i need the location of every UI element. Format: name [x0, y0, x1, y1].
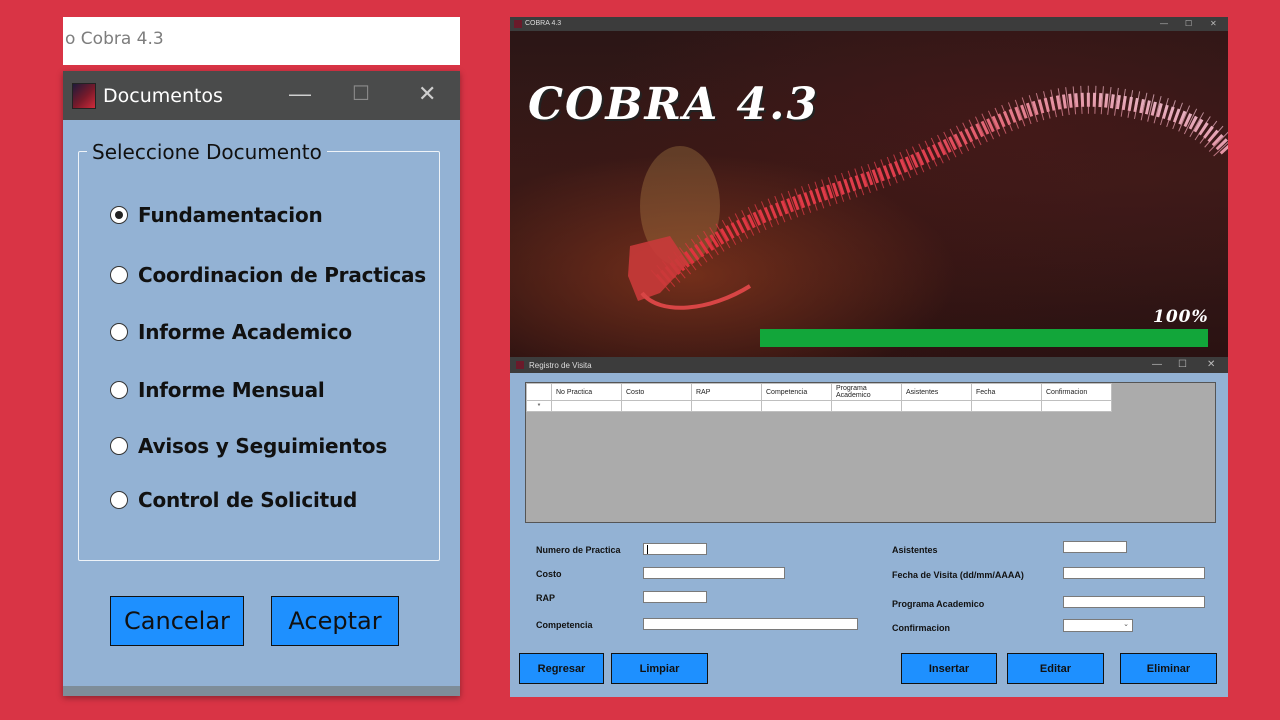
documentos-title: Documentos	[103, 85, 223, 107]
rap-label: RAP	[536, 593, 556, 603]
documentos-titlebar: Documentos — ☐ ✕	[63, 71, 460, 120]
option-label: Avisos y Seguimientos	[138, 434, 388, 458]
costo-label: Costo	[536, 569, 562, 579]
programa-academico-input[interactable]	[1063, 596, 1205, 608]
numero-practica-input[interactable]	[643, 543, 707, 555]
group-title: Seleccione Documento	[87, 140, 327, 164]
chevron-down-icon[interactable]: ⌄	[1123, 620, 1129, 628]
radio-button[interactable]	[110, 491, 128, 509]
radio-button[interactable]	[110, 381, 128, 399]
new-row-marker: *	[526, 400, 552, 412]
cobra-logo: COBRA 4.3	[528, 79, 820, 130]
column-header[interactable]: Programa Academico	[831, 383, 902, 401]
background-window-title: o Cobra 4.3	[65, 29, 164, 49]
option-informe-academico[interactable]: Informe Academico	[110, 318, 352, 346]
registro-title: Registro de Visita	[529, 361, 592, 370]
window-bottom-edge	[63, 686, 460, 696]
radio-button[interactable]	[110, 323, 128, 341]
option-label: Fundamentacion	[138, 203, 323, 227]
maximize-button[interactable]: ☐	[1185, 19, 1192, 28]
splash-image: COBRA 4.3 100%	[510, 31, 1228, 357]
editar-button[interactable]: Editar	[1007, 653, 1104, 684]
regresar-button[interactable]: Regresar	[519, 653, 604, 684]
radio-button[interactable]	[110, 206, 128, 224]
grid-cell[interactable]	[761, 400, 832, 412]
close-button[interactable]: ✕	[418, 79, 436, 109]
column-header[interactable]: No Practica	[551, 383, 622, 401]
grid-cell[interactable]	[971, 400, 1042, 412]
close-button[interactable]: ✕	[1207, 359, 1215, 370]
grid-cell[interactable]	[621, 400, 692, 412]
minimize-button[interactable]: —	[289, 79, 311, 109]
option-informe-mensual[interactable]: Informe Mensual	[110, 376, 325, 404]
documentos-dialog: Documentos — ☐ ✕ Seleccione Documento Fu…	[63, 71, 460, 696]
progress-bar	[760, 329, 1208, 347]
document-groupbox: Seleccione Documento Fundamentacion Coor…	[78, 140, 440, 561]
close-button[interactable]: ✕	[1210, 19, 1217, 28]
programa-academico-label: Programa Academico	[892, 599, 985, 609]
column-header[interactable]: Competencia	[761, 383, 832, 401]
cobra-app-icon	[72, 83, 96, 109]
minimize-button[interactable]: —	[1160, 19, 1168, 28]
visits-datagrid[interactable]: No Practica Costo RAP Competencia Progra…	[525, 382, 1216, 523]
competencia-label: Competencia	[536, 620, 593, 630]
cobra-app-icon	[514, 20, 522, 28]
option-fundamentacion[interactable]: Fundamentacion	[110, 201, 323, 229]
progress-fill	[760, 329, 1208, 347]
grid-cell[interactable]	[831, 400, 902, 412]
column-header[interactable]: Costo	[621, 383, 692, 401]
asistentes-label: Asistentes	[892, 545, 938, 555]
registro-titlebar: Registro de Visita — ☐ ✕	[510, 357, 1228, 373]
text-cursor	[647, 545, 648, 554]
option-coordinacion-practicas[interactable]: Coordinacion de Practicas	[110, 261, 426, 289]
competencia-input[interactable]	[643, 618, 858, 630]
accept-button[interactable]: Aceptar	[271, 596, 399, 646]
cobra-app-icon	[516, 361, 524, 369]
grid-cell[interactable]	[551, 400, 622, 412]
option-label: Informe Academico	[138, 320, 352, 344]
insertar-button[interactable]: Insertar	[901, 653, 997, 684]
fecha-visita-label: Fecha de Visita (dd/mm/AAAA)	[892, 570, 1024, 580]
cancel-button[interactable]: Cancelar	[110, 596, 244, 646]
eliminar-button[interactable]: Eliminar	[1120, 653, 1217, 684]
option-control-solicitud[interactable]: Control de Solicitud	[110, 486, 357, 514]
grid-cell[interactable]	[901, 400, 972, 412]
column-header[interactable]: Fecha	[971, 383, 1042, 401]
radio-button[interactable]	[110, 266, 128, 284]
column-header[interactable]: Asistentes	[901, 383, 972, 401]
option-label: Coordinacion de Practicas	[138, 263, 426, 287]
grid-cell[interactable]	[691, 400, 762, 412]
radio-button[interactable]	[110, 437, 128, 455]
maximize-button[interactable]: ☐	[1178, 359, 1187, 370]
option-avisos-seguimientos[interactable]: Avisos y Seguimientos	[110, 432, 387, 460]
confirmacion-dropdown[interactable]: ⌄	[1063, 619, 1133, 632]
registro-visita-window: Registro de Visita — ☐ ✕ No Practica Cos…	[510, 357, 1228, 697]
column-header[interactable]: Confirmacion	[1041, 383, 1112, 401]
option-label: Control de Solicitud	[138, 488, 358, 512]
grid-cell[interactable]	[1041, 400, 1112, 412]
minimize-button[interactable]: —	[1152, 359, 1162, 370]
numero-practica-label: Numero de Practica	[536, 545, 621, 555]
limpiar-button[interactable]: Limpiar	[611, 653, 708, 684]
fecha-visita-input[interactable]	[1063, 567, 1205, 579]
row-header-corner	[526, 383, 552, 401]
progress-percent: 100%	[1153, 307, 1209, 327]
rap-input[interactable]	[643, 591, 707, 603]
grid-header-row: No Practica Costo RAP Competencia Progra…	[526, 383, 1112, 401]
column-header[interactable]: RAP	[691, 383, 762, 401]
table-row[interactable]: *	[526, 400, 1112, 412]
background-window-titlebar: o Cobra 4.3	[63, 17, 460, 65]
asistentes-input[interactable]	[1063, 541, 1127, 553]
maximize-button[interactable]: ☐	[352, 79, 370, 109]
splash-titlebar: COBRA 4.3 — ☐ ✕	[510, 17, 1228, 31]
splash-title: COBRA 4.3	[525, 20, 562, 27]
confirmacion-label: Confirmacion	[892, 623, 951, 633]
costo-input[interactable]	[643, 567, 785, 579]
option-label: Informe Mensual	[138, 378, 325, 402]
cobra-splash-window: COBRA 4.3 — ☐ ✕ COBRA 4.3 100%	[510, 17, 1228, 357]
